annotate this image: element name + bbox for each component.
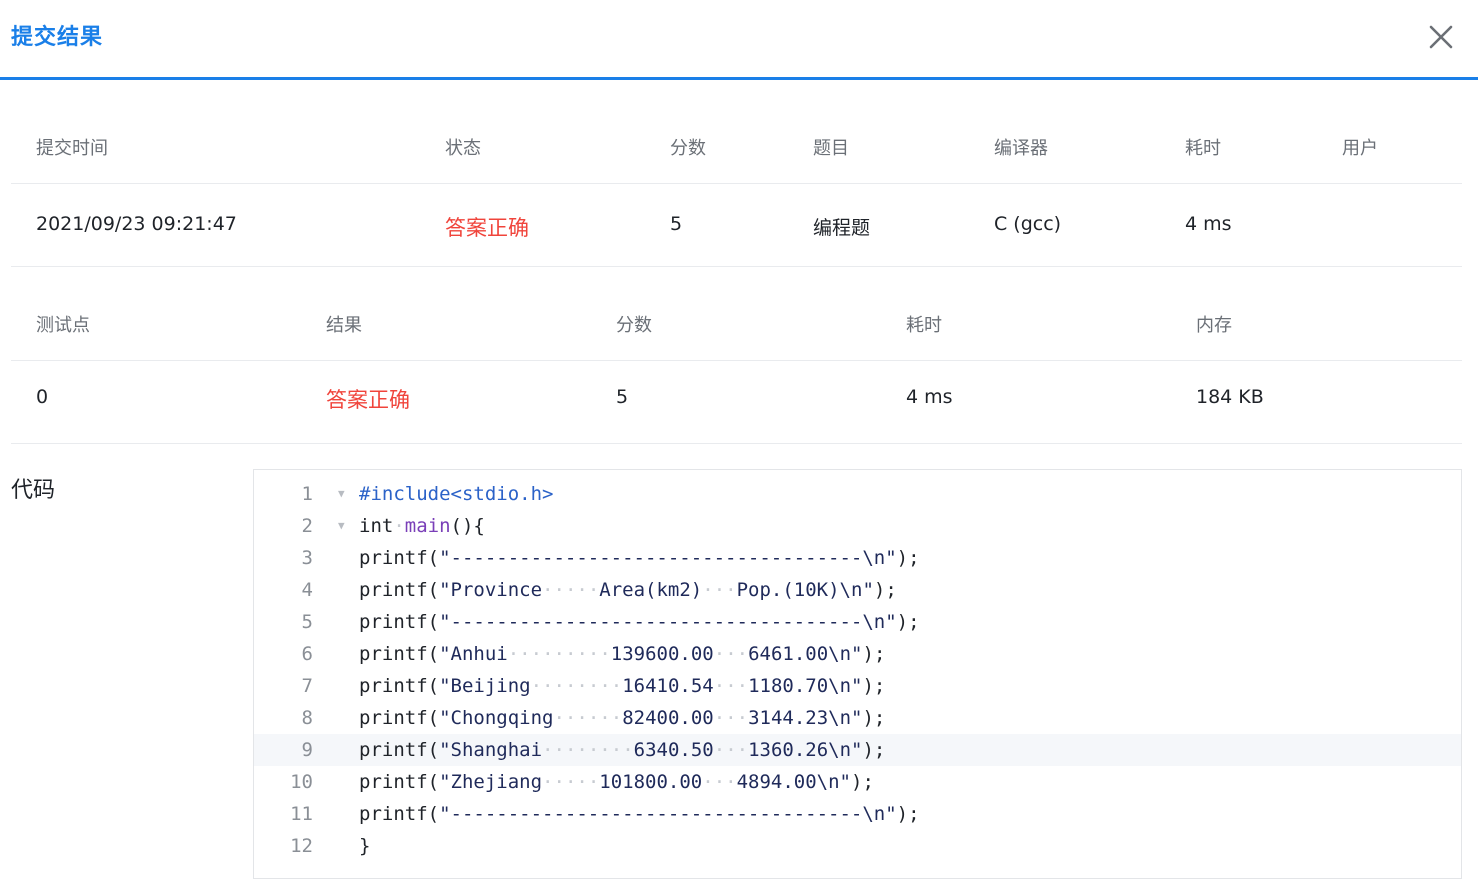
- code-text: printf("Province·····Area(km2)···Pop.(10…: [359, 579, 897, 601]
- col-header-duration: 耗时: [1185, 138, 1221, 159]
- submission-compiler: C (gcc): [994, 213, 1062, 235]
- code-text: printf("--------------------------------…: [359, 547, 920, 569]
- code-line[interactable]: 3 printf("-------------------------------…: [254, 542, 1461, 574]
- line-number: 10: [290, 771, 313, 793]
- submission-problem: 编程题: [813, 217, 871, 239]
- col-header-score: 分数: [670, 138, 706, 159]
- col-header-compiler: 编译器: [994, 138, 1048, 159]
- code-text: printf("Anhui·········139600.00···6461.0…: [359, 643, 886, 665]
- col-header-status: 状态: [445, 138, 481, 159]
- col-header-case: 测试点: [36, 315, 90, 336]
- code-line[interactable]: 6 printf("Anhui·········139600.00···6461.…: [254, 638, 1461, 670]
- close-icon: [1429, 25, 1453, 49]
- code-line[interactable]: 4 printf("Province·····Area(km2)···Pop.(1…: [254, 574, 1461, 606]
- code-text: printf("Shanghai········6340.50···1360.2…: [359, 739, 886, 761]
- testcase-score: 5: [616, 386, 629, 408]
- code-line[interactable]: 11 printf("------------------------------…: [254, 798, 1461, 830]
- submission-table: 提交时间 状态 分数 题目 编译器 耗时 用户 2021/09/23 09:21…: [11, 102, 1462, 267]
- col-header-duration: 耗时: [906, 315, 942, 336]
- fold-arrow-icon[interactable]: ▼: [338, 478, 345, 510]
- col-header-result: 结果: [326, 315, 362, 336]
- line-number: 5: [301, 611, 313, 633]
- col-header-memory: 内存: [1196, 315, 1232, 336]
- code-text: printf("--------------------------------…: [359, 611, 920, 633]
- table-header-row: 测试点 结果 分数 耗时 内存: [11, 266, 1462, 361]
- submission-score: 5: [670, 213, 683, 235]
- testcase-table: 测试点 结果 分数 耗时 内存 0 答案正确 5 4 ms 184 KB: [11, 266, 1462, 444]
- code-line[interactable]: 7 printf("Beijing········16410.54···1180.…: [254, 670, 1461, 702]
- testcase-memory: 184 KB: [1196, 386, 1264, 408]
- code-label: 代码: [11, 478, 56, 503]
- code-line[interactable]: 1 ▼ #include<stdio.h>: [254, 478, 1461, 510]
- line-number: 4: [301, 579, 313, 601]
- code-line[interactable]: 2 ▼ int·main(){: [254, 510, 1461, 542]
- dialog-title: 提交结果: [11, 25, 104, 50]
- col-header-time: 提交时间: [36, 138, 108, 159]
- table-row: 2021/09/23 09:21:47 答案正确 5 编程题 C (gcc) 4…: [11, 184, 1462, 267]
- code-line[interactable]: 8 printf("Chongqing······82400.00···3144.…: [254, 702, 1461, 734]
- line-number: 3: [301, 547, 313, 569]
- code-text: }: [359, 835, 371, 857]
- submission-status: 答案正确: [445, 216, 529, 240]
- col-header-score: 分数: [616, 315, 652, 336]
- code-text: printf("--------------------------------…: [359, 803, 920, 825]
- code-text: printf("Zhejiang·····101800.00···4894.00…: [359, 771, 874, 793]
- code-line[interactable]: 12}: [254, 830, 1461, 862]
- line-number: 1: [301, 483, 313, 505]
- code-line[interactable]: 10 printf("Zhejiang·····101800.00···4894.…: [254, 766, 1461, 798]
- col-header-user: 用户: [1342, 138, 1378, 159]
- submission-duration: 4 ms: [1185, 213, 1232, 235]
- code-line[interactable]: 5 printf("-------------------------------…: [254, 606, 1461, 638]
- code-text: int·main(){: [359, 515, 485, 537]
- line-number: 2: [301, 515, 313, 537]
- code-text: printf("Chongqing······82400.00···3144.2…: [359, 707, 886, 729]
- code-viewer[interactable]: 1 ▼ #include<stdio.h> 2 ▼ int·main(){ 3 printf(…: [253, 469, 1462, 879]
- close-button[interactable]: [1424, 20, 1458, 54]
- submission-time: 2021/09/23 09:21:47: [36, 213, 237, 235]
- testcase-result: 答案正确: [326, 388, 410, 412]
- line-number: 7: [301, 675, 313, 697]
- col-header-problem: 题目: [813, 138, 849, 159]
- table-header-row: 提交时间 状态 分数 题目 编译器 耗时 用户: [11, 102, 1462, 184]
- testcase-id: 0: [36, 386, 49, 408]
- line-number: 12: [290, 835, 313, 857]
- line-number: 6: [301, 643, 313, 665]
- line-number: 9: [301, 739, 313, 761]
- testcase-duration: 4 ms: [906, 386, 953, 408]
- line-number: 8: [301, 707, 313, 729]
- table-row: 0 答案正确 5 4 ms 184 KB: [11, 361, 1462, 444]
- fold-arrow-icon[interactable]: ▼: [338, 510, 345, 542]
- code-text: #include<stdio.h>: [359, 483, 554, 505]
- dialog-header: 提交结果: [0, 0, 1478, 80]
- code-text: printf("Beijing········16410.54···1180.7…: [359, 675, 886, 697]
- line-number: 11: [290, 803, 313, 825]
- code-line[interactable]: 9 printf("Shanghai········6340.50···1360.…: [254, 734, 1461, 766]
